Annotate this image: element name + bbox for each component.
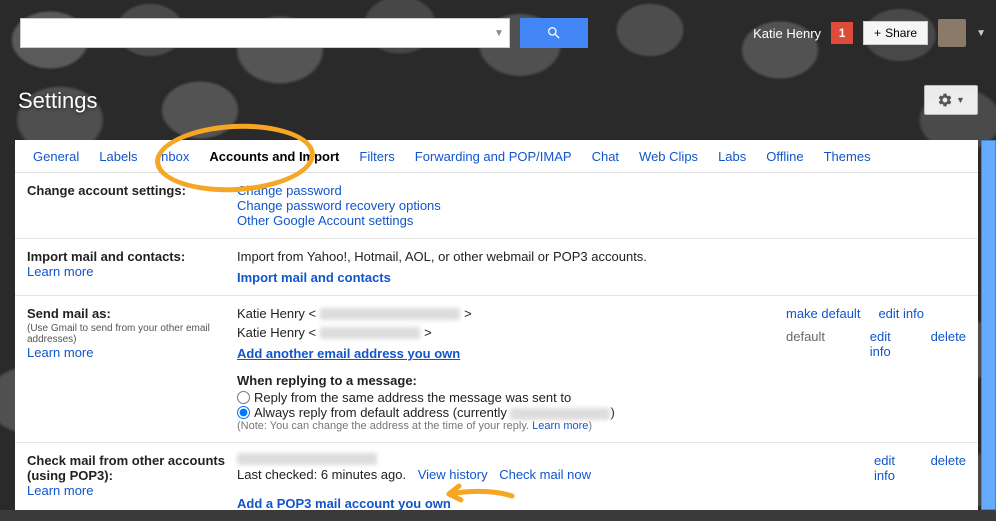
plus-icon: + (874, 26, 881, 40)
reply-opt1-label: Reply from the same address the message … (254, 390, 571, 405)
tab-webclips[interactable]: Web Clips (629, 141, 708, 172)
top-bar: ▼ Katie Henry 1 +Share ▼ (20, 15, 986, 51)
reply-same-radio[interactable] (237, 391, 250, 404)
tab-offline[interactable]: Offline (756, 141, 813, 172)
search-dropdown-icon[interactable]: ▼ (489, 28, 509, 39)
section-subtitle: (Use Gmail to send from your other email… (27, 323, 237, 345)
search-input[interactable] (21, 19, 489, 47)
edit-info-link[interactable]: edit info (874, 453, 903, 483)
tab-forwarding[interactable]: Forwarding and POP/IMAP (405, 141, 582, 172)
check-mail-now-link[interactable]: Check mail now (499, 467, 591, 482)
section-change-account: Change account settings: Change password… (15, 173, 978, 239)
reply-heading: When replying to a message: (237, 373, 786, 388)
scrollbar[interactable] (981, 140, 996, 510)
change-password-link[interactable]: Change password (237, 183, 342, 198)
section-title: Send mail as: (27, 306, 237, 321)
tab-accounts-import[interactable]: Accounts and Import (199, 141, 349, 172)
page-title: Settings (18, 88, 98, 114)
reply-note: (Note: You can change the address at the… (237, 420, 786, 432)
send-as-address-2: Katie Henry <> (237, 325, 432, 340)
other-settings-link[interactable]: Other Google Account settings (237, 213, 413, 228)
delete-link[interactable]: delete (931, 453, 966, 483)
tab-chat[interactable]: Chat (582, 141, 629, 172)
section-title: Change account settings: (27, 183, 237, 198)
change-recovery-link[interactable]: Change password recovery options (237, 198, 441, 213)
redacted-email (320, 327, 420, 339)
reply-opt2-label: Always reply from default address (curre… (254, 405, 615, 420)
section-title: Check mail from other accounts (using PO… (27, 453, 237, 483)
learn-more-link[interactable]: Learn more (27, 483, 93, 498)
avatar[interactable] (938, 19, 966, 47)
tabs-bar: General Labels Inbox Accounts and Import… (15, 140, 978, 173)
search-button[interactable] (520, 18, 588, 48)
avatar-dropdown-icon[interactable]: ▼ (976, 28, 986, 39)
import-mail-link[interactable]: Import mail and contacts (237, 270, 391, 285)
make-default-link[interactable]: make default (786, 306, 860, 321)
send-as-address-1: Katie Henry <> (237, 306, 472, 321)
search-icon (546, 25, 562, 41)
learn-more-link[interactable]: Learn more (27, 264, 93, 279)
edit-info-link[interactable]: edit info (878, 306, 924, 321)
redacted-email (320, 308, 460, 320)
tab-labels[interactable]: Labels (89, 141, 147, 172)
last-checked-label: Last checked: 6 minutes ago. (237, 467, 406, 482)
settings-gear-button[interactable]: ▼ (924, 85, 978, 115)
add-pop3-account-link[interactable]: Add a POP3 mail account you own (237, 496, 451, 511)
username-label: Katie Henry (753, 26, 821, 41)
share-button[interactable]: +Share (863, 21, 928, 45)
section-pop3: Check mail from other accounts (using PO… (15, 443, 978, 521)
view-history-link[interactable]: View history (418, 467, 488, 482)
tab-labs[interactable]: Labs (708, 141, 756, 172)
learn-more-link[interactable]: Learn more (27, 345, 93, 360)
add-another-address-link[interactable]: Add another email address you own (237, 346, 460, 361)
section-title: Import mail and contacts: (27, 249, 237, 264)
notification-badge[interactable]: 1 (831, 22, 853, 44)
settings-panel: General Labels Inbox Accounts and Import… (15, 140, 978, 510)
delete-link[interactable]: delete (931, 329, 966, 359)
chevron-down-icon: ▼ (956, 95, 965, 105)
redacted-email (510, 408, 610, 420)
import-desc: Import from Yahoo!, Hotmail, AOL, or oth… (237, 249, 966, 264)
default-label: default (786, 329, 852, 359)
note-learn-more-link[interactable]: Learn more (532, 420, 588, 432)
tab-general[interactable]: General (23, 141, 89, 172)
search-box: ▼ (20, 18, 510, 48)
gear-icon (937, 92, 953, 108)
redacted-email (237, 453, 377, 465)
tab-themes[interactable]: Themes (814, 141, 881, 172)
tab-inbox[interactable]: Inbox (148, 141, 200, 172)
edit-info-link[interactable]: edit info (870, 329, 913, 359)
reply-default-radio[interactable] (237, 406, 250, 419)
tab-filters[interactable]: Filters (349, 141, 404, 172)
section-import-mail: Import mail and contacts: Learn more Imp… (15, 239, 978, 296)
section-send-as: Send mail as: (Use Gmail to send from yo… (15, 296, 978, 443)
pop3-account-row (237, 453, 786, 465)
